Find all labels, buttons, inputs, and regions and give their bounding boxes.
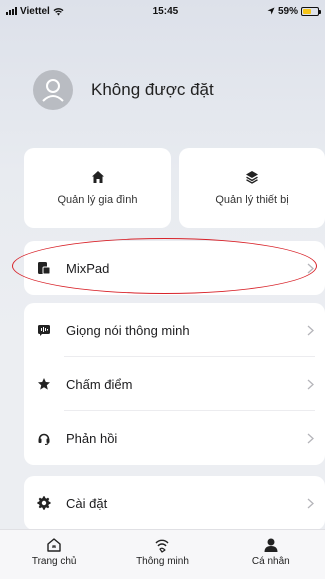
wifi-icon	[53, 7, 64, 15]
location-arrow-icon	[267, 7, 275, 15]
mixpad-icon	[36, 260, 52, 276]
tab-bar: Trang chủ Thông minh Cá nhân	[0, 529, 325, 579]
status-left: Viettel	[6, 6, 64, 17]
menu-item-settings[interactable]: Cài đặt	[24, 476, 325, 530]
rating-label: Chấm điểm	[66, 376, 133, 392]
avatar[interactable]	[33, 70, 73, 110]
smart-voice-label: Giọng nói thông minh	[66, 322, 190, 338]
menu-item-mixpad[interactable]: MixPad	[24, 241, 325, 295]
carrier-name: Viettel	[20, 5, 50, 17]
profile-name[interactable]: Không được đặt	[91, 80, 214, 100]
status-bar: Viettel 15:45 59%	[0, 0, 325, 22]
voice-icon	[36, 322, 52, 338]
features-group: Giọng nói thông minh Chấm điểm Phản hồi	[24, 303, 325, 465]
profile-header[interactable]: Không được đặt	[33, 70, 214, 110]
settings-label: Cài đặt	[66, 495, 108, 511]
person-icon	[263, 536, 279, 554]
chevron-right-icon	[305, 378, 315, 390]
battery-percent: 59%	[277, 5, 298, 17]
family-management-card[interactable]: Quản lý gia đình	[24, 148, 171, 228]
chevron-right-icon	[305, 262, 315, 274]
layers-icon	[246, 171, 258, 184]
tab-personal[interactable]: Cá nhân	[226, 536, 316, 567]
headset-icon	[36, 430, 52, 446]
device-management-card[interactable]: Quản lý thiết bị	[179, 148, 325, 228]
star-icon	[36, 376, 52, 392]
menu-item-rating[interactable]: Chấm điểm	[24, 357, 325, 411]
tab-home-label: Trang chủ	[31, 556, 77, 567]
home-outline-icon	[46, 536, 62, 554]
battery-icon	[301, 6, 321, 16]
mixpad-label: MixPad	[66, 260, 110, 276]
device-management-label: Quản lý thiết bị	[215, 194, 289, 206]
gear-icon	[36, 495, 52, 511]
battery-fill	[303, 8, 312, 14]
tab-home[interactable]: Trang chủ	[9, 536, 99, 567]
mixpad-group: MixPad	[24, 241, 325, 295]
chevron-right-icon	[305, 497, 315, 509]
family-management-label: Quản lý gia đình	[57, 194, 138, 206]
chevron-right-icon	[305, 432, 315, 444]
person-outline-icon	[42, 79, 64, 102]
feedback-label: Phản hồi	[66, 430, 118, 446]
tab-personal-label: Cá nhân	[251, 556, 290, 567]
menu-item-feedback[interactable]: Phản hồi	[24, 411, 325, 465]
tab-smart[interactable]: Thông minh	[117, 536, 207, 567]
chevron-right-icon	[305, 324, 315, 336]
smart-icon	[154, 536, 170, 554]
tab-smart-label: Thông minh	[136, 556, 189, 567]
settings-group: Cài đặt	[24, 476, 325, 530]
signal-icon	[6, 7, 17, 15]
status-right: 59%	[267, 5, 321, 17]
home-icon	[91, 171, 104, 183]
menu-item-smart-voice[interactable]: Giọng nói thông minh	[24, 303, 325, 357]
status-time: 15:45	[152, 5, 179, 17]
